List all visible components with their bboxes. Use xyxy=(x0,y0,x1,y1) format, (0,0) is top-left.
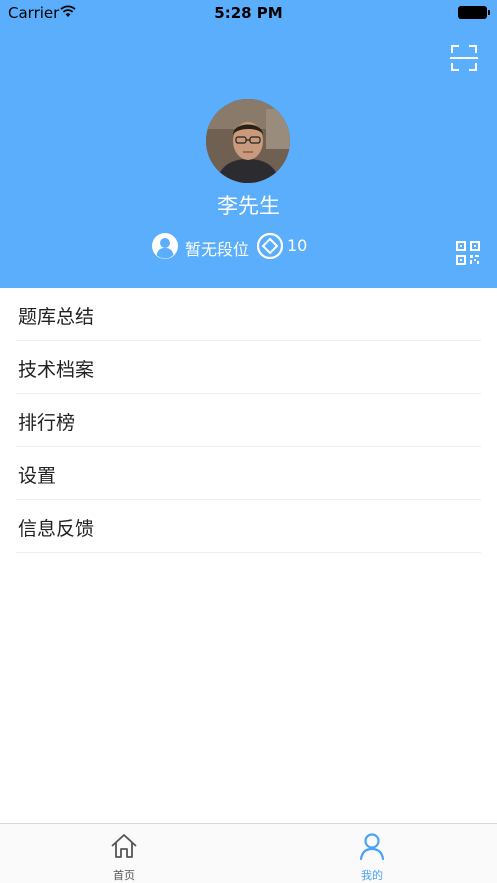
rank-label: 暂无段位 xyxy=(185,240,250,259)
avatar-photo xyxy=(206,99,290,183)
menu-item-label: 技术档案 xyxy=(18,359,95,381)
battery-icon xyxy=(458,6,490,19)
rank-user-icon xyxy=(152,233,178,259)
tab-home-label: 首页 xyxy=(113,869,135,882)
coin-icon xyxy=(256,232,284,260)
menu-item-feedback[interactable]: 信息反馈 xyxy=(0,500,497,553)
user-icon xyxy=(359,833,385,860)
tab-mine-label: 我的 xyxy=(361,869,383,882)
menu-item-technical-profile[interactable]: 技术档案 xyxy=(0,341,497,394)
tab-mine[interactable]: 我的 xyxy=(248,824,496,883)
status-time: 5:28 PM xyxy=(214,4,283,22)
qr-code-icon[interactable] xyxy=(456,241,480,265)
status-bar: Carrier 5:28 PM xyxy=(0,0,497,26)
home-icon xyxy=(111,834,137,858)
tab-home[interactable]: 首页 xyxy=(0,824,248,883)
profile-menu: 题库总结 技术档案 排行榜 设置 信息反馈 xyxy=(0,288,497,553)
tab-bar: 首页 我的 xyxy=(0,823,497,883)
divider xyxy=(16,552,481,553)
menu-item-label: 排行榜 xyxy=(18,412,76,434)
profile-header: Carrier 5:28 PM 李先生 暂无段位 10 xyxy=(0,0,497,288)
coin-count: 10 xyxy=(287,236,308,255)
scan-icon[interactable] xyxy=(450,44,478,72)
menu-item-label: 信息反馈 xyxy=(18,518,95,540)
username: 李先生 xyxy=(217,194,280,218)
menu-item-leaderboard[interactable]: 排行榜 xyxy=(0,394,497,447)
menu-item-settings[interactable]: 设置 xyxy=(0,447,497,500)
menu-item-label: 题库总结 xyxy=(18,306,95,328)
avatar[interactable] xyxy=(206,99,290,183)
menu-item-label: 设置 xyxy=(18,465,57,487)
menu-item-question-bank-summary[interactable]: 题库总结 xyxy=(0,288,497,341)
